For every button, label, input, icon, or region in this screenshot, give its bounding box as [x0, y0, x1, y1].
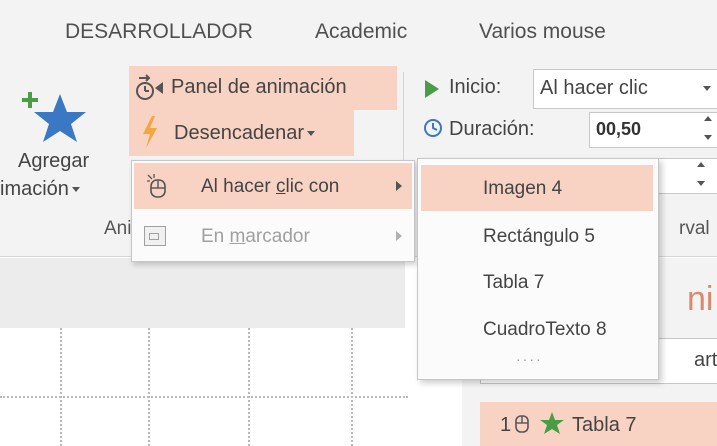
- lightning-icon: [143, 116, 157, 148]
- start-select-value: Al hacer clic: [540, 77, 648, 99]
- play-icon: [425, 80, 439, 98]
- duration-value: 00,50: [596, 119, 642, 139]
- tab-desarrollador[interactable]: DESARROLLADOR: [65, 20, 253, 44]
- objects-submenu: Imagen 4 Rectángulo 5 Tabla 7 CuadroText…: [417, 158, 659, 380]
- mouse-click-icon: [515, 415, 529, 433]
- gridline: [0, 396, 408, 398]
- ribbon-tab-bar: DESARROLLADOR Academic Varios mouse: [0, 0, 717, 66]
- gridline: [60, 328, 62, 446]
- pane-play-label: art: [694, 349, 717, 371]
- entry-number: 1: [500, 414, 512, 436]
- delay-input[interactable]: [655, 158, 717, 194]
- trigger-label: Desencadenar: [174, 122, 316, 145]
- menu-item-on-bookmark: En marcador: [134, 213, 412, 259]
- start-select[interactable]: Al hacer clic: [533, 69, 717, 109]
- spin-down-icon[interactable]: [697, 181, 705, 186]
- mouse-click-icon: [147, 174, 166, 198]
- clock-icon: [424, 119, 442, 137]
- bookmark-icon: [144, 226, 166, 246]
- submenu-item-label: Tabla 7: [483, 272, 545, 293]
- add-animation-star-icon: [22, 92, 86, 142]
- trigger-menu: Al hacer clic con En marcador: [131, 160, 415, 262]
- tab-academic[interactable]: Academic: [315, 20, 407, 44]
- chevron-right-icon: [396, 181, 402, 191]
- menu-item-on-click-of[interactable]: Al hacer clic con: [134, 163, 412, 209]
- submenu-item-label: CuadroTexto 8: [483, 319, 607, 340]
- group-label-timing: rval: [679, 218, 710, 239]
- slide-canvas[interactable]: [0, 328, 408, 446]
- submenu-item-tabla-7[interactable]: Tabla 7: [421, 261, 653, 307]
- add-animation-label-1: Agregar: [18, 150, 90, 172]
- animation-panel-icon: [136, 74, 163, 100]
- star-icon: [540, 412, 564, 434]
- gridline: [148, 328, 150, 446]
- chevron-down-icon: [307, 131, 316, 137]
- submenu-item-imagen-4[interactable]: Imagen 4: [421, 165, 653, 211]
- animation-panel-label: Panel de animación: [171, 76, 347, 98]
- gridline: [248, 328, 250, 446]
- submenu-item-rectangulo-5[interactable]: Rectángulo 5: [421, 213, 653, 259]
- duration-input[interactable]: 00,50: [589, 112, 717, 148]
- pane-title: ni: [687, 280, 714, 318]
- submenu-more-indicator[interactable]: ····: [516, 351, 543, 367]
- duration-label: Duración:: [449, 118, 535, 140]
- trigger-button[interactable]: Desencadenar: [129, 110, 354, 156]
- spin-up-icon[interactable]: [704, 116, 712, 121]
- start-label: Inicio:: [449, 76, 502, 98]
- gridline: [351, 328, 353, 446]
- submenu-item-label: Imagen 4: [483, 178, 563, 199]
- workspace-background: [0, 258, 405, 328]
- spin-up-icon[interactable]: [697, 162, 705, 167]
- pane-animation-entry[interactable]: 1 Tabla 7: [480, 402, 717, 446]
- submenu-item-cuadrotexto-8[interactable]: CuadroTexto 8: [421, 309, 653, 355]
- spin-down-icon[interactable]: [704, 135, 712, 140]
- menu-item-label: Al hacer clic con: [201, 176, 340, 197]
- chevron-down-icon: [703, 86, 711, 91]
- chevron-right-icon: [396, 231, 402, 241]
- submenu-item-label: Rectángulo 5: [483, 226, 595, 247]
- add-animation-button[interactable]: [20, 88, 90, 143]
- tab-varios-mouse[interactable]: Varios mouse: [479, 20, 606, 44]
- chevron-down-icon: [71, 187, 80, 193]
- animation-panel-button[interactable]: Panel de animación: [129, 66, 397, 110]
- add-animation-label-2[interactable]: imación: [0, 178, 80, 201]
- entry-label: Tabla 7: [572, 414, 637, 436]
- menu-item-label: En marcador: [201, 226, 310, 247]
